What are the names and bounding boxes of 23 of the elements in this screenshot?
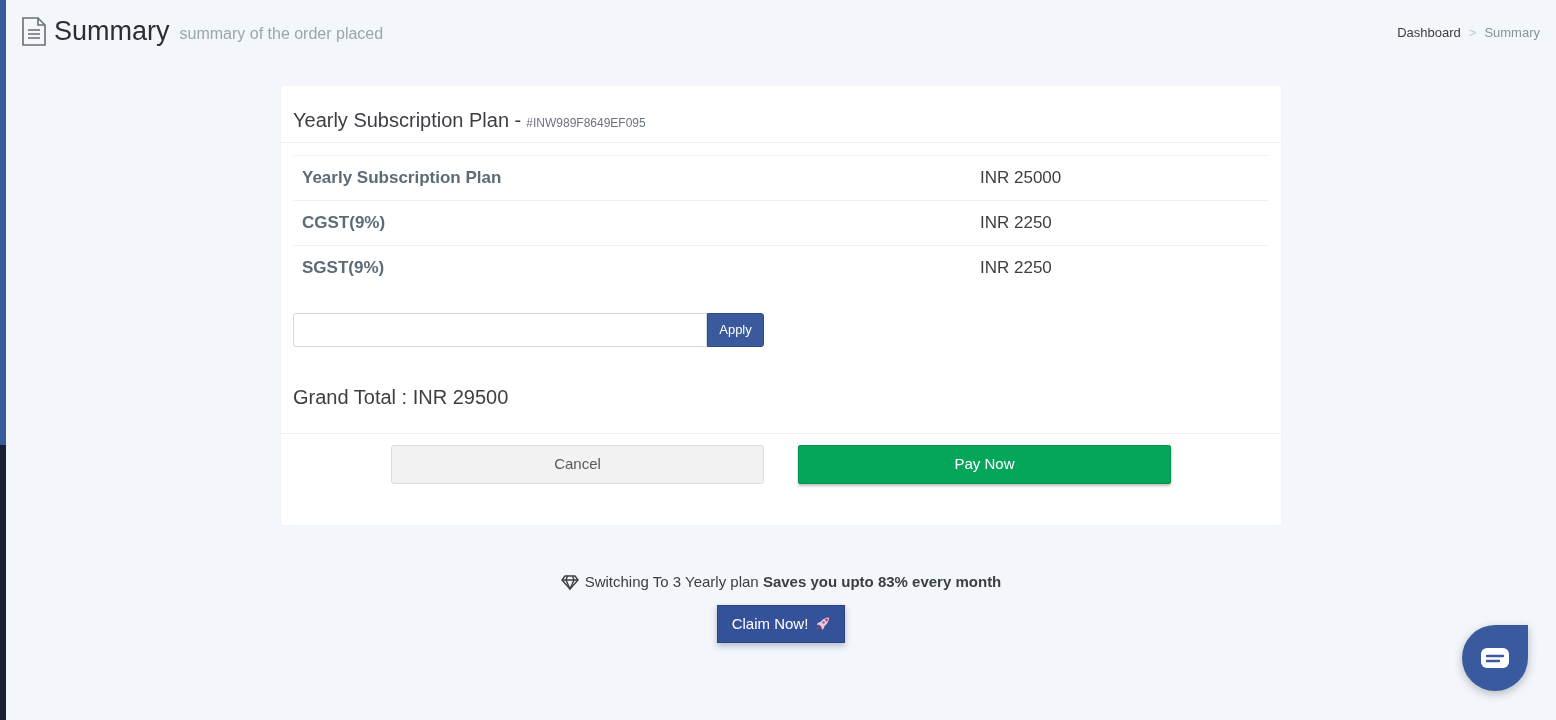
grand-total: Grand Total : INR 29500 (293, 385, 510, 410)
card-title: Yearly Subscription Plan - (293, 108, 522, 132)
chat-icon (1481, 648, 1509, 668)
breadcrumb-link[interactable]: Dashboard (1397, 25, 1461, 41)
item-amount: INR 2250 (979, 212, 1053, 235)
item-amount: INR 25000 (979, 167, 1063, 190)
item-label: CGST(9%) (301, 212, 387, 235)
claim-now-button[interactable]: Claim Now! (716, 605, 846, 643)
item-label: Yearly Subscription Plan (301, 167, 503, 190)
chat-button[interactable] (1462, 625, 1528, 691)
rocket-icon (814, 616, 831, 632)
page-subtitle: summary of the order placed (179, 24, 384, 44)
cancel-button[interactable]: Cancel (391, 445, 764, 484)
item-amount: INR 2250 (979, 257, 1053, 280)
page-title: Summary (54, 15, 170, 47)
coupon-field[interactable] (293, 313, 707, 347)
order-id: #INW989F8649EF095 (526, 116, 646, 130)
diamond-icon (560, 574, 579, 590)
apply-button[interactable]: Apply (707, 313, 764, 347)
promo-text: Switching To 3 Yearly plan Saves you upto 83% every month (584, 572, 1002, 592)
breadcrumb-separator: > (1468, 25, 1477, 41)
document-icon (22, 16, 46, 46)
item-label: SGST(9%) (301, 257, 386, 280)
